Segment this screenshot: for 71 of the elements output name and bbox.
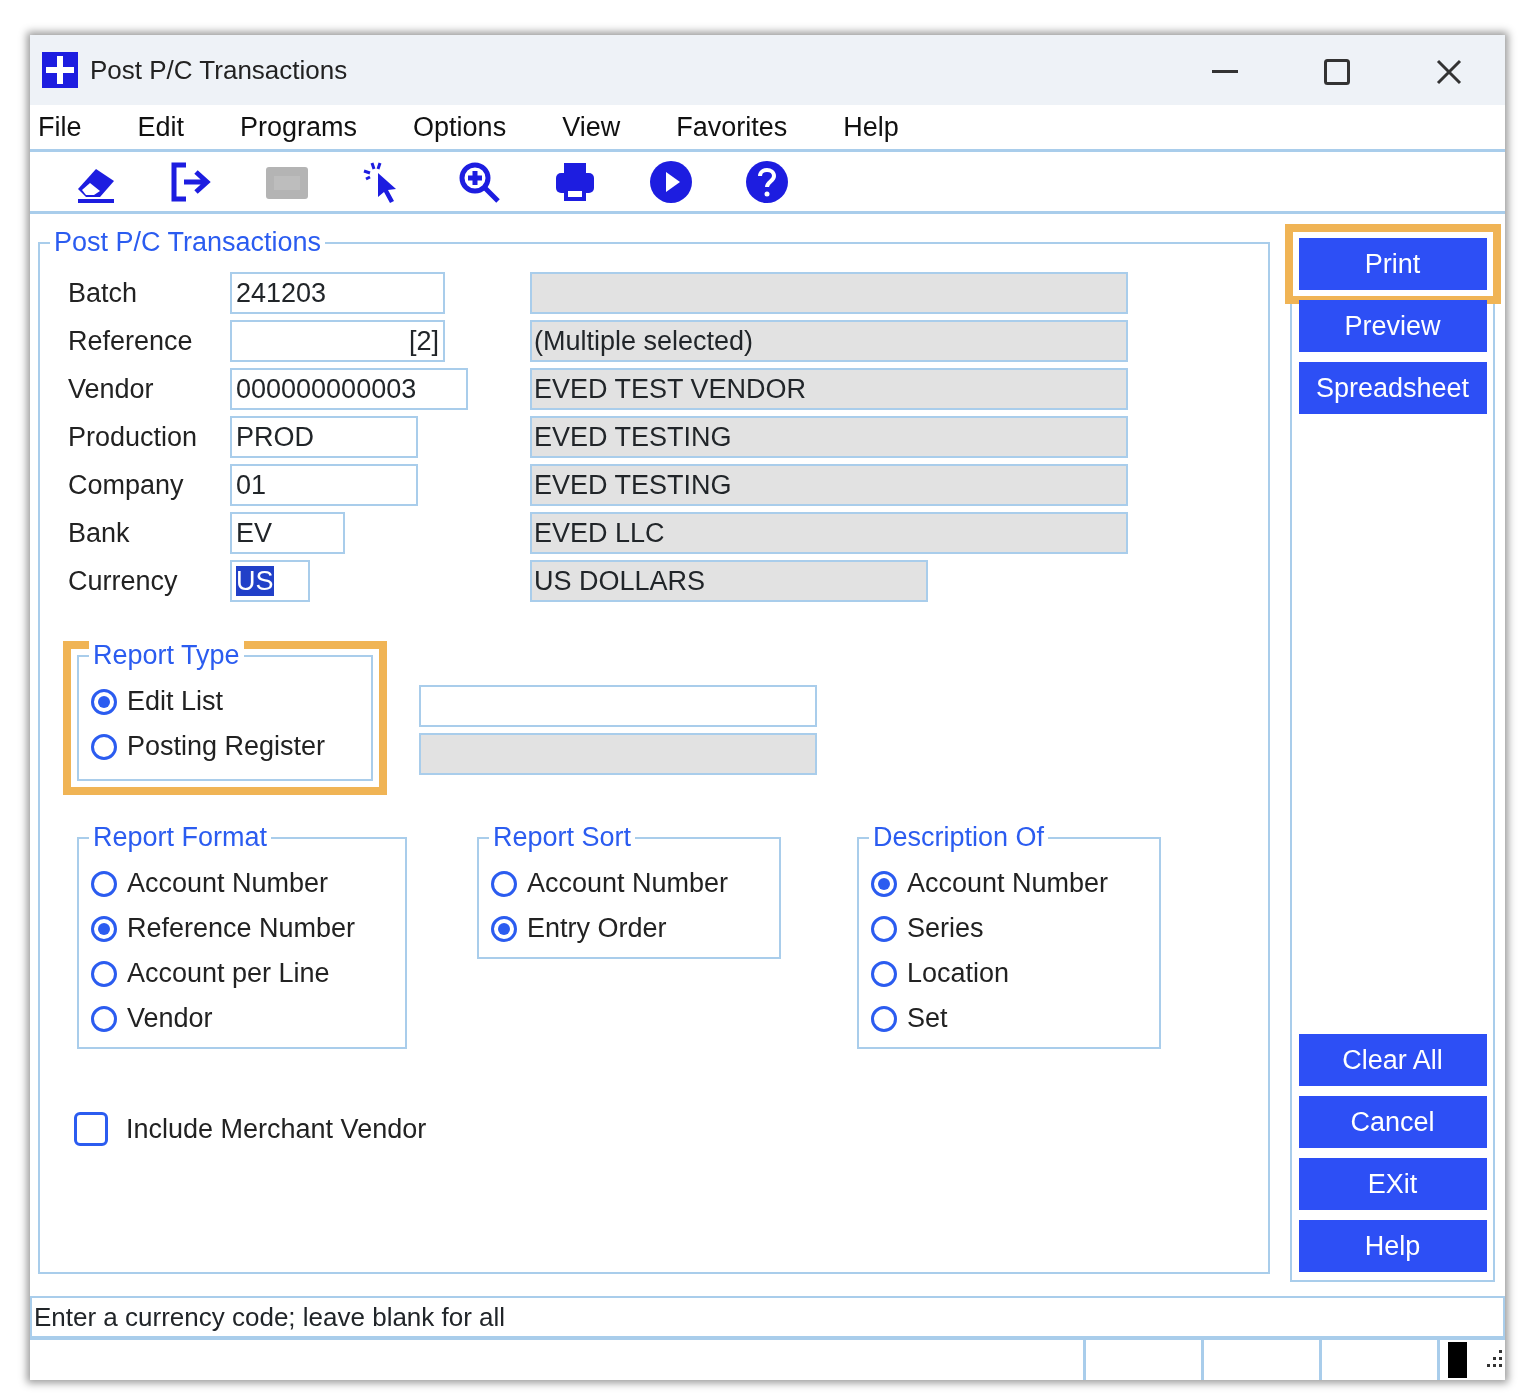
- input-field[interactable]: EV: [230, 512, 345, 554]
- menu-item[interactable]: Favorites: [668, 106, 788, 148]
- checkbox[interactable]: [74, 1112, 108, 1147]
- radio-label[interactable]: Location: [907, 953, 1010, 994]
- app-icon: [42, 52, 78, 88]
- window-title: Post P/C Transactions: [90, 53, 349, 87]
- radio-label[interactable]: Series: [907, 908, 984, 949]
- field-label: Batch: [68, 276, 139, 310]
- readonly-field: EVED TEST VENDOR: [530, 368, 1128, 410]
- radio-button[interactable]: [91, 1005, 117, 1032]
- menu-item[interactable]: File: [30, 106, 82, 148]
- radio-label[interactable]: Account Number: [527, 863, 729, 904]
- radio-button[interactable]: [91, 960, 117, 987]
- radio-button[interactable]: [91, 915, 117, 942]
- action-button[interactable]: Spreadsheet: [1298, 362, 1487, 414]
- radio-button[interactable]: [871, 870, 897, 897]
- indicator-icon: [1448, 1342, 1467, 1378]
- play-icon[interactable]: [648, 158, 694, 205]
- readonly-field: US DOLLARS: [530, 560, 928, 602]
- field-label: Currency: [68, 564, 179, 598]
- action-button[interactable]: Preview: [1298, 300, 1487, 352]
- radio-label[interactable]: Entry Order: [527, 908, 667, 949]
- field-label: Bank: [68, 516, 131, 550]
- readonly-field: EVED TESTING: [530, 416, 1128, 458]
- radio-button[interactable]: [491, 915, 517, 942]
- radio-label[interactable]: Account per Line: [127, 953, 330, 994]
- action-button[interactable]: Help: [1298, 1220, 1487, 1272]
- minimize-icon[interactable]: [1212, 69, 1238, 74]
- status-message: Enter a currency code; leave blank for all: [30, 1296, 1505, 1338]
- radio-button[interactable]: [91, 870, 117, 897]
- action-button[interactable]: Clear All: [1298, 1034, 1487, 1086]
- field-label: Company: [68, 468, 185, 502]
- menu-item[interactable]: View: [554, 106, 621, 148]
- close-icon[interactable]: [1436, 58, 1462, 85]
- help-icon[interactable]: [744, 158, 790, 205]
- readonly-field: EVED TESTING: [530, 464, 1128, 506]
- radio-label[interactable]: Edit List: [127, 681, 224, 722]
- radio-label[interactable]: Reference Number: [127, 908, 356, 949]
- field-label: Reference: [68, 324, 194, 358]
- radio-button[interactable]: [871, 960, 897, 987]
- radio-label[interactable]: Account Number: [127, 863, 329, 904]
- action-button[interactable]: Cancel: [1298, 1096, 1487, 1148]
- action-button[interactable]: Print: [1298, 238, 1487, 290]
- radio-button[interactable]: [91, 688, 117, 715]
- radio-label[interactable]: Posting Register: [127, 726, 326, 767]
- input-field[interactable]: PROD: [230, 416, 418, 458]
- radio-label[interactable]: Vendor: [127, 998, 213, 1039]
- group-title: Report Type: [89, 640, 244, 670]
- radio-label[interactable]: Account Number: [907, 863, 1109, 904]
- field-label: Vendor: [68, 372, 155, 406]
- menu-item[interactable]: Help: [835, 106, 899, 148]
- input-field[interactable]: [419, 685, 817, 727]
- checkbox-label: Include Merchant Vendor: [126, 1113, 427, 1146]
- readonly-field: EVED LLC: [530, 512, 1128, 554]
- readonly-field: (Multiple selected): [530, 320, 1128, 362]
- input-field[interactable]: 241203: [230, 272, 445, 314]
- input-field[interactable]: 000000000003: [230, 368, 468, 410]
- action-button[interactable]: EXit: [1298, 1158, 1487, 1210]
- menu-item[interactable]: Edit: [129, 106, 185, 148]
- field-label: Production: [68, 420, 199, 454]
- menu-item[interactable]: Programs: [232, 106, 358, 148]
- radio-button[interactable]: [91, 733, 117, 760]
- input-field[interactable]: 01: [230, 464, 418, 506]
- radio-button[interactable]: [871, 1005, 897, 1032]
- maximize-icon[interactable]: [1324, 58, 1350, 85]
- radio-button[interactable]: [491, 870, 517, 897]
- input-field[interactable]: [2]: [230, 320, 445, 362]
- menu-item[interactable]: Options: [405, 106, 507, 148]
- input-field[interactable]: US: [230, 560, 310, 602]
- radio-button[interactable]: [871, 915, 897, 942]
- radio-label[interactable]: Set: [907, 998, 948, 1039]
